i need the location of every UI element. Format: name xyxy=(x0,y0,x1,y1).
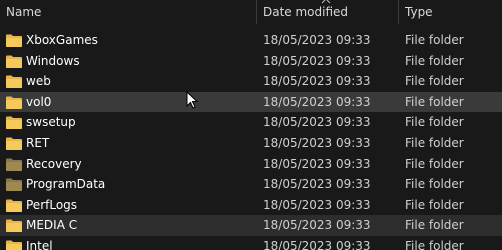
mouse-pointer-icon xyxy=(186,91,198,109)
file-type: File folder xyxy=(405,197,464,212)
list-item[interactable]: Intel 18/05/2023 09:33 File folder xyxy=(0,236,502,250)
list-item[interactable]: swsetup 18/05/2023 09:33 File folder xyxy=(0,112,502,133)
file-date-modified: 18/05/2023 09:33 xyxy=(263,218,371,233)
file-type: File folder xyxy=(405,156,464,171)
folder-icon xyxy=(6,178,22,192)
column-header-row: Name Date modified Type xyxy=(0,0,502,24)
file-date-modified: 18/05/2023 09:33 xyxy=(263,238,371,250)
file-name: Recovery xyxy=(26,156,82,171)
file-name: ProgramData xyxy=(26,177,106,192)
file-date-modified: 18/05/2023 09:33 xyxy=(263,197,371,212)
file-name: swsetup xyxy=(26,115,76,130)
list-item[interactable]: XboxGames 18/05/2023 09:33 File folder xyxy=(0,30,502,51)
file-name: web xyxy=(26,74,51,89)
file-type: File folder xyxy=(405,238,464,250)
file-name: Windows xyxy=(26,53,80,68)
file-type: File folder xyxy=(405,218,464,233)
list-item[interactable]: MEDIA C 18/05/2023 09:33 File folder xyxy=(0,215,502,236)
file-date-modified: 18/05/2023 09:33 xyxy=(263,177,371,192)
column-header-date-modified[interactable]: Date modified xyxy=(257,0,398,24)
file-name: Intel xyxy=(26,238,53,250)
file-name: MEDIA C xyxy=(26,218,78,233)
folder-icon xyxy=(6,199,22,212)
list-item[interactable]: Windows 18/05/2023 09:33 File folder xyxy=(0,51,502,72)
list-item[interactable]: PerfLogs 18/05/2023 09:33 File folder xyxy=(0,195,502,216)
folder-icon xyxy=(6,240,22,250)
file-name: PerfLogs xyxy=(26,197,78,212)
folder-icon xyxy=(6,158,22,171)
file-type: File folder xyxy=(405,33,464,47)
file-type: File folder xyxy=(405,135,464,150)
list-item[interactable]: RET 18/05/2023 09:33 File folder xyxy=(0,133,502,154)
file-date-modified: 18/05/2023 09:33 xyxy=(263,53,371,68)
file-date-modified: 18/05/2023 09:33 xyxy=(263,156,371,171)
file-type: File folder xyxy=(405,53,464,68)
file-name: XboxGames xyxy=(26,33,98,47)
file-date-modified: 18/05/2023 09:33 xyxy=(263,135,371,150)
file-type: File folder xyxy=(405,94,464,109)
folder-icon xyxy=(6,55,22,68)
folder-icon xyxy=(6,116,22,130)
file-date-modified: 18/05/2023 09:33 xyxy=(263,74,371,89)
file-name: vol0 xyxy=(26,94,52,109)
column-header-name[interactable]: Name xyxy=(0,0,256,24)
file-date-modified: 18/05/2023 09:33 xyxy=(263,33,371,47)
folder-icon xyxy=(6,34,22,47)
folder-icon xyxy=(6,75,22,89)
file-type: File folder xyxy=(405,177,464,192)
column-header-type[interactable]: Type xyxy=(399,0,502,24)
file-date-modified: 18/05/2023 09:33 xyxy=(263,115,371,130)
file-type: File folder xyxy=(405,74,464,89)
list-item[interactable]: Recovery 18/05/2023 09:33 File folder xyxy=(0,154,502,175)
list-item[interactable]: vol0 18/05/2023 09:33 File folder xyxy=(0,91,502,113)
file-type: File folder xyxy=(405,115,464,130)
file-list: XboxGames 18/05/2023 09:33 File folder W… xyxy=(0,30,502,250)
list-item[interactable]: web 18/05/2023 09:33 File folder xyxy=(0,71,502,92)
file-date-modified: 18/05/2023 09:33 xyxy=(263,94,371,109)
folder-icon xyxy=(6,219,22,233)
folder-icon xyxy=(6,137,22,150)
list-item[interactable]: ProgramData 18/05/2023 09:33 File folder xyxy=(0,174,502,195)
folder-icon xyxy=(6,96,22,109)
file-name: RET xyxy=(26,135,50,150)
file-explorer-list: Name Date modified Type XboxGames 18/05/… xyxy=(0,0,502,250)
